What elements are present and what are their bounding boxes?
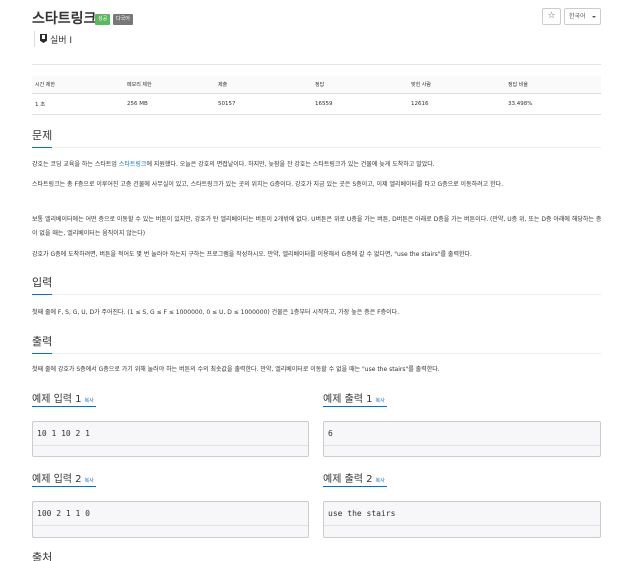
stats-header-time: 시간 제한 xyxy=(32,76,124,94)
output-section-line xyxy=(32,353,601,354)
sample-output-2-area: use the stairs xyxy=(324,502,600,526)
copy-sample-output-2-button[interactable]: 복사 xyxy=(376,478,385,484)
sample-output-2-box[interactable]: use the stairs xyxy=(323,501,601,538)
stats-correct[interactable]: 16559 xyxy=(312,93,408,115)
startlink-link[interactable]: 스타트링크 xyxy=(119,161,147,168)
sample-input-2-box[interactable]: 100 2 1 1 0 xyxy=(32,501,309,538)
stats-ratio: 33.498% xyxy=(505,93,601,115)
problem-section-accent xyxy=(32,147,52,148)
problem-p1-prefix: 강호는 코딩 교육을 하는 스타트업 xyxy=(32,161,119,168)
stats-header-submit: 제출 xyxy=(215,76,312,94)
stats-value-row: 1 초 256 MB 50157 16559 12616 33.498% xyxy=(32,93,601,115)
stats-solvers[interactable]: 12616 xyxy=(408,93,505,115)
tier-row: 실버 I xyxy=(34,31,72,47)
sample-input-1-title: 예제 입력 1 복사 xyxy=(32,390,94,405)
source-section-title: 출처 xyxy=(32,551,53,561)
problem-paragraph-3: 보통 엘리베이터에는 어떤 층으로 이동할 수 있는 버튼이 있지만, 강호가 … xyxy=(32,216,602,237)
sample-output-2-accent xyxy=(323,486,387,487)
sample-input-2-area: 100 2 1 1 0 xyxy=(33,502,308,526)
stats-header-row: 시간 제한 메모리 제한 제출 정답 맞힌 사람 정답 비율 xyxy=(32,76,601,94)
sample-output-2-label: 예제 출력 2 xyxy=(323,474,373,485)
sample-output-1-area: 6 xyxy=(324,422,600,446)
multilingual-badge: 다국어 xyxy=(113,14,133,25)
problem-paragraph-4: 강호가 G층에 도착하려면, 버튼을 적어도 몇 번 눌러야 하는지 구하는 프… xyxy=(32,251,472,258)
stats-submit[interactable]: 50157 xyxy=(215,93,312,115)
sample-input-1-text: 10 1 10 2 1 xyxy=(37,429,90,438)
header-divider xyxy=(32,64,601,65)
input-section-line xyxy=(32,294,601,295)
sample-input-2-title: 예제 입력 2 복사 xyxy=(32,470,94,485)
copy-sample-output-1-button[interactable]: 복사 xyxy=(376,398,385,404)
success-badge: 성공 xyxy=(95,14,111,25)
tier-label[interactable]: 실버 I xyxy=(50,33,72,46)
output-description: 첫째 줄에 강호가 S층에서 G층으로 가기 위해 눌러야 하는 버튼의 수의 … xyxy=(32,366,440,373)
copy-sample-input-1-button[interactable]: 복사 xyxy=(85,398,94,404)
input-section-accent xyxy=(32,294,52,295)
sample-output-1-label: 예제 출력 1 xyxy=(323,394,373,405)
sample-input-1-accent xyxy=(32,406,96,407)
language-label: 한국어 xyxy=(569,13,586,20)
sample-output-1-title: 예제 출력 1 복사 xyxy=(323,390,385,405)
stats-time: 1 초 xyxy=(32,93,124,115)
output-section-accent xyxy=(32,353,52,354)
copy-sample-input-2-button[interactable]: 복사 xyxy=(85,478,94,484)
problem-section-title: 문제 xyxy=(32,129,53,142)
input-section-title: 입력 xyxy=(32,276,53,289)
sample-input-1-label: 예제 입력 1 xyxy=(32,394,82,405)
sample-output-1-text: 6 xyxy=(328,429,333,438)
stats-memory: 256 MB xyxy=(124,93,215,115)
sample-input-2-accent xyxy=(32,486,96,487)
problem-header: 스타트링크 성공 다국어 ☆ 한국어 xyxy=(32,8,601,30)
sample-output-1-box[interactable]: 6 xyxy=(323,421,601,457)
problem-stats-table: 시간 제한 메모리 제한 제출 정답 맞힌 사람 정답 비율 1 초 256 M… xyxy=(32,76,601,115)
problem-paragraph-1: 강호는 코딩 교육을 하는 스타트업 스타트링크에 지원했다. 오늘은 강호의 … xyxy=(32,158,602,172)
sample-input-2-label: 예제 입력 2 xyxy=(32,474,82,485)
problem-p1-suffix: 에 지원했다. 오늘은 강호의 면접날이다. 하지만, 늦잠을 잔 강호는 스타… xyxy=(146,161,435,168)
output-section-title: 출력 xyxy=(32,335,53,348)
stats-header-ratio: 정답 비율 xyxy=(505,76,601,94)
sample-output-2-text: use the stairs xyxy=(328,509,396,518)
stats-header-solvers: 맞힌 사람 xyxy=(408,76,505,94)
language-select[interactable]: 한국어 xyxy=(564,8,601,25)
problem-title: 스타트링크 xyxy=(32,11,97,27)
favorite-star-button[interactable]: ☆ xyxy=(542,8,561,25)
sample-output-2-title: 예제 출력 2 복사 xyxy=(323,470,385,485)
sample-input-1-box[interactable]: 10 1 10 2 1 xyxy=(32,421,309,457)
caret-down-icon xyxy=(592,16,596,18)
sample-output-1-accent xyxy=(323,406,387,407)
star-icon: ☆ xyxy=(547,11,556,21)
tier-mark xyxy=(42,35,45,39)
stats-header-memory: 메모리 제한 xyxy=(124,76,215,94)
stats-header-correct: 정답 xyxy=(312,76,408,94)
problem-section-line xyxy=(32,147,601,148)
problem-paragraph-2: 스타트링크는 총 F층으로 이루어진 고층 건물에 사무실이 있고, 스타트링크… xyxy=(32,181,504,188)
sample-input-1-area: 10 1 10 2 1 xyxy=(33,422,308,446)
sample-input-2-text: 100 2 1 1 0 xyxy=(37,509,90,518)
input-description: 첫째 줄에 F, S, G, U, D가 주어진다. (1 ≤ S, G ≤ F… xyxy=(32,309,400,316)
